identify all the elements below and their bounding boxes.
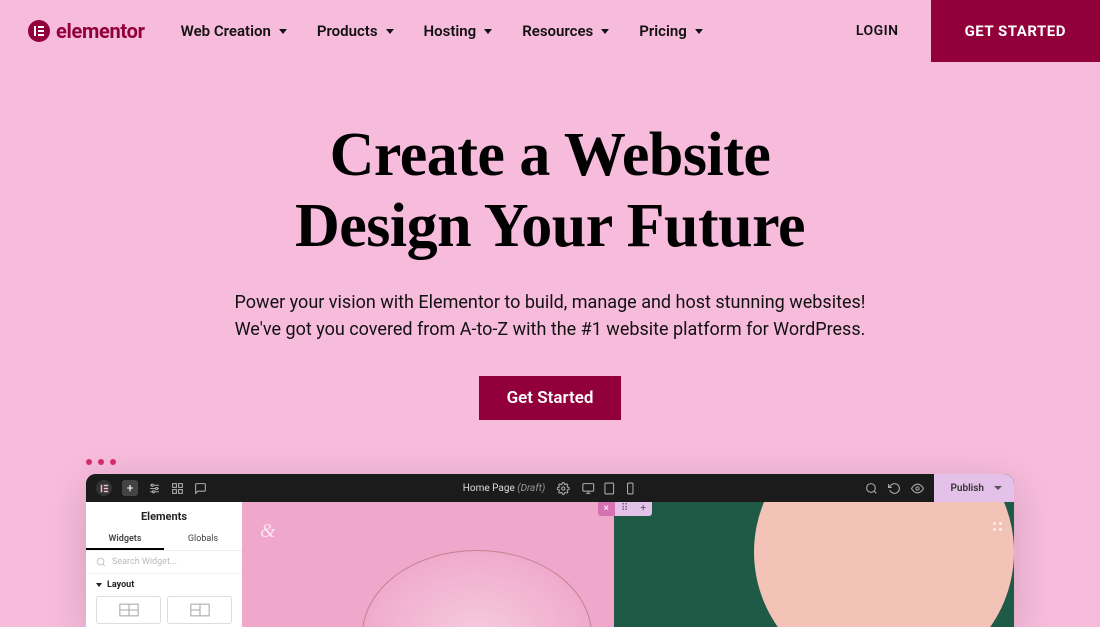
nav-products[interactable]: Products bbox=[317, 22, 394, 40]
structure-icon[interactable] bbox=[171, 482, 184, 495]
nav-resources[interactable]: Resources bbox=[522, 22, 609, 40]
editor-body: Elements Widgets Globals Search Widget..… bbox=[86, 502, 1014, 627]
chevron-down-icon bbox=[695, 29, 703, 34]
drag-handle-icon[interactable] bbox=[993, 522, 1002, 531]
search-icon bbox=[96, 557, 106, 567]
main-nav: Web Creation Products Hosting Resources … bbox=[181, 22, 703, 40]
tablet-device-icon[interactable] bbox=[603, 482, 616, 495]
chevron-down-icon bbox=[279, 29, 287, 34]
chevron-down-icon bbox=[386, 29, 394, 34]
decor-oval bbox=[362, 550, 592, 627]
page-settings-icon[interactable] bbox=[557, 482, 570, 495]
widgets-panel: Elements Widgets Globals Search Widget..… bbox=[86, 502, 242, 627]
chevron-down-icon bbox=[601, 29, 609, 34]
brand-name: elementor bbox=[56, 19, 145, 43]
brand-logo-mark bbox=[28, 20, 50, 42]
chevron-down-icon bbox=[484, 29, 492, 34]
editor-canvas[interactable]: & × ⠿ + bbox=[242, 502, 1014, 627]
login-link[interactable]: LOGIN bbox=[856, 23, 899, 39]
category-layout[interactable]: Layout bbox=[86, 574, 242, 594]
chevron-down-icon bbox=[994, 486, 1002, 490]
delete-section-button[interactable]: × bbox=[598, 502, 615, 516]
tab-widgets[interactable]: Widgets bbox=[86, 529, 164, 550]
nav-pricing[interactable]: Pricing bbox=[639, 22, 703, 40]
panel-title: Elements bbox=[86, 502, 242, 529]
get-started-header-button[interactable]: GET STARTED bbox=[931, 0, 1100, 62]
editor-topbar: + Home Page (Draft) Publish bbox=[86, 474, 1014, 502]
nav-hosting[interactable]: Hosting bbox=[424, 22, 493, 40]
editor-preview: + Home Page (Draft) Publish El bbox=[86, 474, 1014, 627]
brand-logo[interactable]: elementor bbox=[28, 19, 145, 43]
ampersand-decor: & bbox=[260, 520, 276, 543]
mobile-device-icon[interactable] bbox=[624, 482, 637, 495]
tab-globals[interactable]: Globals bbox=[164, 529, 242, 550]
elementor-menu-icon[interactable] bbox=[96, 480, 112, 496]
hero-subtitle: Power your vision with Elementor to buil… bbox=[0, 289, 1100, 345]
add-element-button[interactable]: + bbox=[122, 480, 138, 496]
history-icon[interactable] bbox=[888, 482, 901, 495]
add-section-button[interactable]: + bbox=[634, 502, 652, 516]
settings-icon[interactable] bbox=[148, 482, 161, 495]
panel-tabs: Widgets Globals bbox=[86, 529, 242, 551]
page-title[interactable]: Home Page (Draft) bbox=[463, 483, 545, 494]
hero-heading: Create a Website Design Your Future bbox=[0, 120, 1100, 263]
window-traffic-lights bbox=[86, 459, 116, 465]
nav-web-creation[interactable]: Web Creation bbox=[181, 22, 287, 40]
get-started-hero-button[interactable]: Get Started bbox=[479, 376, 622, 420]
finder-icon[interactable] bbox=[865, 482, 878, 495]
desktop-device-icon[interactable] bbox=[582, 482, 595, 495]
drag-section-handle[interactable]: ⠿ bbox=[615, 502, 634, 516]
hero-section: Create a Website Design Your Future Powe… bbox=[0, 120, 1100, 420]
chevron-down-icon bbox=[96, 583, 102, 587]
section-controls: × ⠿ + bbox=[598, 502, 652, 516]
site-header: elementor Web Creation Products Hosting … bbox=[0, 0, 1100, 62]
preview-icon[interactable] bbox=[911, 482, 924, 495]
decor-blob bbox=[754, 502, 1014, 627]
widget-container[interactable] bbox=[96, 596, 161, 624]
search-widgets[interactable]: Search Widget... bbox=[86, 551, 242, 574]
canvas-green-section bbox=[614, 502, 1014, 627]
publish-button[interactable]: Publish bbox=[934, 474, 1014, 502]
widget-grid[interactable] bbox=[167, 596, 232, 624]
notes-icon[interactable] bbox=[194, 482, 207, 495]
